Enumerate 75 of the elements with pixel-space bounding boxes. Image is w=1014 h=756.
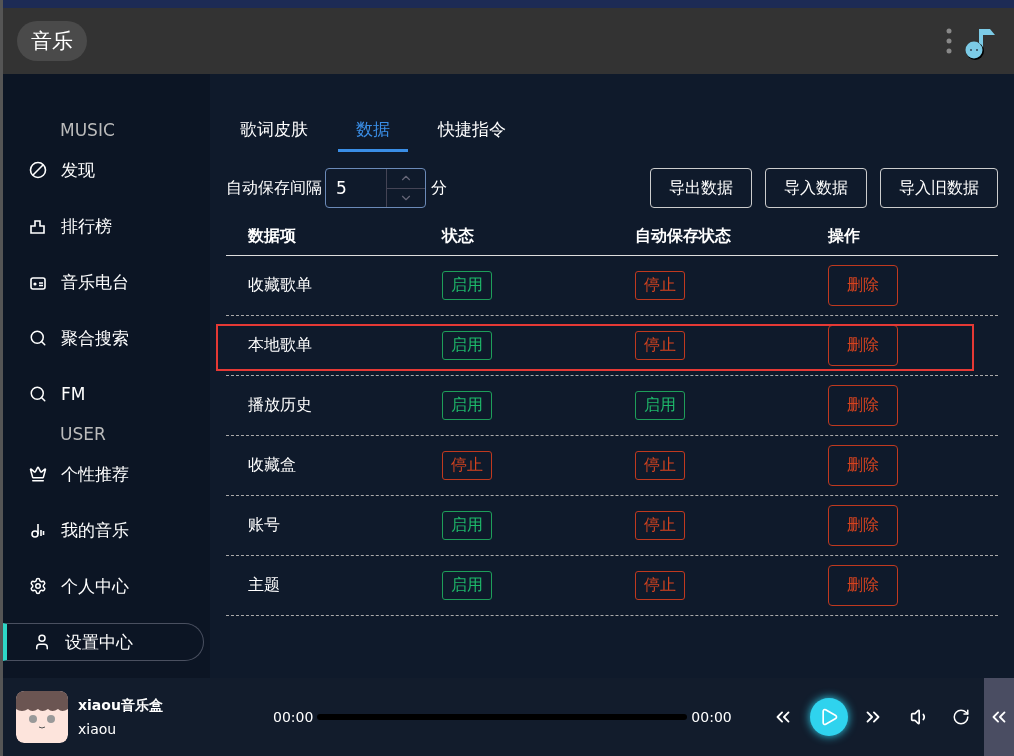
data-button[interactable]: 导入旧数据 (880, 168, 998, 208)
collapse-button[interactable] (984, 678, 1014, 756)
sidebar-item[interactable]: 发现 (3, 142, 210, 198)
crown-icon (29, 465, 47, 483)
play-button[interactable] (809, 698, 848, 736)
sidebar-item[interactable]: FM (3, 366, 210, 422)
sidebar-label: 个人中心 (61, 574, 129, 598)
sidebar-label: 设置中心 (65, 630, 133, 654)
settings-icon (29, 577, 47, 595)
status-tag: 停止 (442, 451, 492, 480)
repeat-icon (951, 708, 970, 726)
unit-label: 分 (431, 177, 447, 199)
autosave-tag: 停止 (635, 451, 685, 480)
sidebar-label: 个性推荐 (61, 462, 129, 486)
section-heading: MUSIC (59, 119, 116, 142)
duration-time: 00:00 (691, 709, 732, 725)
delete-button[interactable]: 删除 (828, 505, 898, 546)
table-cell-text: 播放历史 (248, 395, 313, 416)
autosave-tag: 停止 (635, 271, 685, 300)
sidebar-item[interactable]: 聚合搜索 (3, 310, 210, 366)
interval-input[interactable]: 5 (326, 169, 386, 207)
table-cell-text: 本地歌单 (248, 335, 313, 356)
status-tag: 启用 (442, 331, 492, 360)
delete-button[interactable]: 删除 (828, 445, 898, 486)
note-icon (29, 521, 47, 539)
sidebar-label: 我的音乐 (61, 518, 129, 542)
table-cell-text: 主题 (248, 575, 281, 596)
repeat-button[interactable] (951, 708, 970, 726)
podium-icon (29, 217, 47, 235)
table-cell-text: 收藏盒 (248, 455, 297, 476)
sidebar-label: FM (61, 384, 86, 404)
sidebar-label: 聚合搜索 (61, 326, 129, 350)
interval-field[interactable]: 5 (325, 168, 426, 208)
column-header: 自动保存状态 (635, 226, 732, 247)
search-icon (29, 329, 47, 347)
status-tag: 启用 (442, 391, 492, 420)
sidebar-label: 音乐电台 (61, 270, 129, 294)
column-header: 数据项 (248, 226, 297, 247)
delete-button[interactable]: 删除 (828, 565, 898, 606)
sidebar-item[interactable]: 我的音乐 (3, 502, 210, 558)
autosave-label: 自动保存间隔 (226, 177, 322, 199)
tab[interactable]: 歌词皮肤 (240, 114, 308, 152)
autosave-tag: 停止 (635, 511, 685, 540)
status-tag: 启用 (442, 571, 492, 600)
column-header: 状态 (442, 226, 475, 247)
tab[interactable]: 数据 (338, 114, 408, 152)
autosave-tag: 启用 (635, 391, 685, 420)
elapsed-time: 00:00 (273, 709, 314, 725)
search-icon (29, 385, 47, 403)
song-title: xiaou音乐盒 (78, 697, 164, 715)
delete-button[interactable]: 删除 (828, 265, 898, 306)
progress-track[interactable] (317, 714, 688, 720)
app-title: 音乐 (17, 21, 87, 61)
avatar-drawing (16, 691, 68, 743)
sidebar-item[interactable]: 排行榜 (3, 198, 210, 254)
sidebar-item[interactable]: 个性推荐 (3, 446, 210, 502)
data-button[interactable]: 导出数据 (650, 168, 752, 208)
data-button[interactable]: 导入数据 (765, 168, 867, 208)
sidebar-item[interactable]: 音乐电台 (3, 254, 210, 310)
table-cell-text: 账号 (248, 515, 281, 536)
sidebar-item[interactable]: 个人中心 (3, 558, 210, 614)
tab[interactable]: 快捷指令 (438, 114, 506, 152)
autosave-tag: 停止 (635, 331, 685, 360)
status-tag: 启用 (442, 271, 492, 300)
sidebar-label: 排行榜 (61, 214, 112, 238)
sidebar-label: 发现 (61, 158, 95, 182)
delete-button[interactable]: 删除 (828, 385, 898, 426)
status-tag: 启用 (442, 511, 492, 540)
artist-name: xiaou (78, 721, 118, 737)
more-icon[interactable] (946, 28, 952, 54)
autosave-tag: 停止 (635, 571, 685, 600)
column-header: 操作 (828, 226, 861, 247)
user-icon (33, 633, 51, 651)
table-cell-text: 收藏歌单 (248, 275, 313, 296)
section-heading: USER (59, 423, 107, 446)
